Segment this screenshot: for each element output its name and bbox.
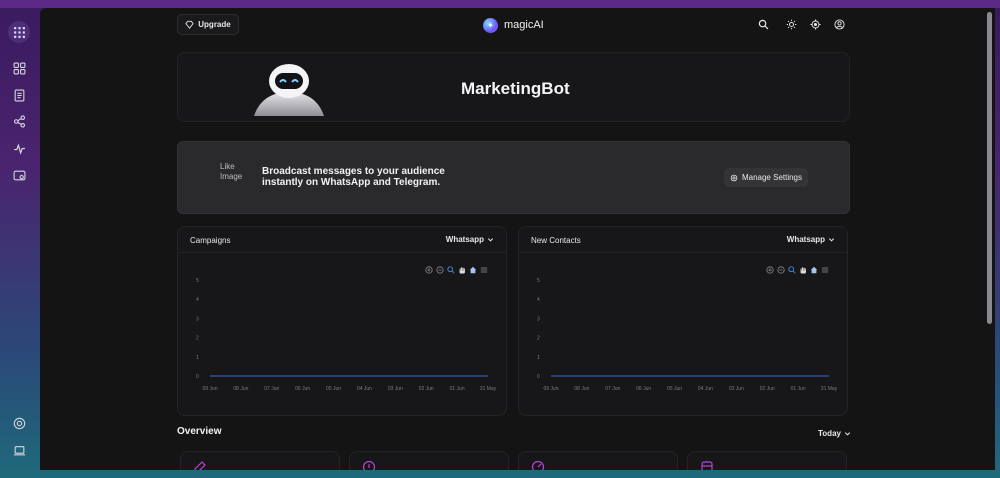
sidebar [0,8,40,478]
x-tick-label: 07 Jun [264,386,279,392]
edit-icon [194,461,206,470]
laptop-icon[interactable] [9,440,29,460]
y-tick-label: 5 [196,278,199,284]
x-tick-label: 04 Jun [698,386,713,392]
card-divider [519,252,847,253]
channel-select[interactable]: Whatsapp [787,235,835,244]
new-contacts-chart: 0 1 2 3 4 5 09 Jun 08 Jun 07 Jun 06 Jun 05 Jun 04 J… [537,278,838,392]
x-tick-label: 09 Jun [202,386,217,392]
main-panel: Upgrade ✦ magicAI MarketingBot Like Imag… [40,8,995,470]
manage-settings-button[interactable]: Manage Settings [724,168,808,187]
x-tick-label: 06 Jun [636,386,651,392]
chevron-down-icon [487,238,494,242]
y-tick-label: 4 [537,297,540,303]
info-icon [362,460,376,470]
y-tick-label: 2 [537,336,540,342]
x-tick-label: 31 May [480,386,497,392]
window-bottom-strip [40,470,1000,478]
x-tick-label: 02 Jun [419,386,434,392]
y-tick-label: 3 [196,316,199,322]
robot-mascot-icon [254,64,324,116]
y-tick-label: 2 [196,336,199,342]
x-tick-label: 03 Jun [388,386,403,392]
apps-grid-icon[interactable] [8,21,30,43]
window-top-strip [0,0,1000,8]
gear-icon [730,174,738,181]
x-tick-label: 05 Jun [326,386,341,392]
period-select-value: Today [818,429,841,438]
user-avatar-icon[interactable] [831,16,847,32]
broadcast-image-placeholder: Like Image [220,162,243,181]
overview-card[interactable] [687,451,847,470]
period-select[interactable]: Today [818,429,851,438]
theme-toggle-icon[interactable] [783,16,799,32]
database-icon [701,461,713,470]
x-tick-label: 05 Jun [667,386,682,392]
diamond-icon [185,20,194,29]
settings-icon[interactable] [9,165,29,185]
x-tick-label: 08 Jun [574,386,589,392]
y-tick-label: 3 [537,316,540,322]
card-divider [178,252,506,253]
crosshair-icon[interactable] [807,16,823,32]
channel-select[interactable]: Whatsapp [446,235,494,244]
x-tick-label: 07 Jun [605,386,620,392]
upgrade-button[interactable]: Upgrade [177,14,239,35]
activity-icon[interactable] [9,138,29,158]
brand[interactable]: ✦ magicAI [483,16,544,34]
x-tick-label: 09 Jun [543,386,558,392]
x-tick-label: 03 Jun [729,386,744,392]
document-icon[interactable] [9,85,29,105]
magicai-logo-icon: ✦ [483,17,498,33]
manage-settings-label: Manage Settings [741,173,803,182]
broadcast-description: Broadcast messages to your audience inst… [262,166,445,188]
dashboard-icon[interactable] [9,58,29,78]
new-contacts-card: New Contacts Whatsapp 0 1 2 3 4 5 09 Jun 08 Jun… [518,226,848,416]
card-title: Campaigns [190,236,231,245]
hero-card: MarketingBot [177,52,850,122]
overview-card[interactable] [518,451,678,470]
gauge-icon [531,460,545,470]
chevron-down-icon [828,238,835,242]
page-title: MarketingBot [461,79,570,98]
page-scrollbar[interactable] [987,12,992,324]
card-title: New Contacts [531,236,581,245]
y-tick-label: 0 [196,374,199,380]
x-tick-label: 01 Jun [791,386,806,392]
overview-card[interactable] [349,451,509,470]
channel-select-value: Whatsapp [445,235,484,244]
x-tick-label: 01 Jun [450,386,465,392]
y-tick-label: 1 [196,355,199,361]
brand-name: magicAI [504,19,544,31]
support-icon[interactable] [9,413,29,433]
chevron-down-icon [844,432,851,436]
search-icon[interactable] [755,16,771,32]
upgrade-label: Upgrade [198,20,231,29]
y-tick-label: 4 [196,297,199,303]
x-tick-label: 04 Jun [357,386,372,392]
x-tick-label: 02 Jun [760,386,775,392]
campaigns-card: Campaigns Whatsapp 0 1 2 3 4 5 09 Jun 08 Jun 07 … [177,226,507,416]
share-icon[interactable] [9,111,29,131]
y-tick-label: 0 [537,374,540,380]
overview-title: Overview [177,426,222,437]
x-tick-label: 31 May [821,386,838,392]
y-tick-label: 5 [537,278,540,284]
x-tick-label: 08 Jun [233,386,248,392]
overview-card[interactable] [180,451,340,470]
channel-select-value: Whatsapp [786,235,825,244]
campaigns-chart: 0 1 2 3 4 5 09 Jun 08 Jun 07 Jun 06 Jun 05 Jun 04 J… [196,278,497,392]
broadcast-banner: Like Image Broadcast messages to your au… [177,141,850,214]
x-tick-label: 06 Jun [295,386,310,392]
y-tick-label: 1 [537,355,540,361]
